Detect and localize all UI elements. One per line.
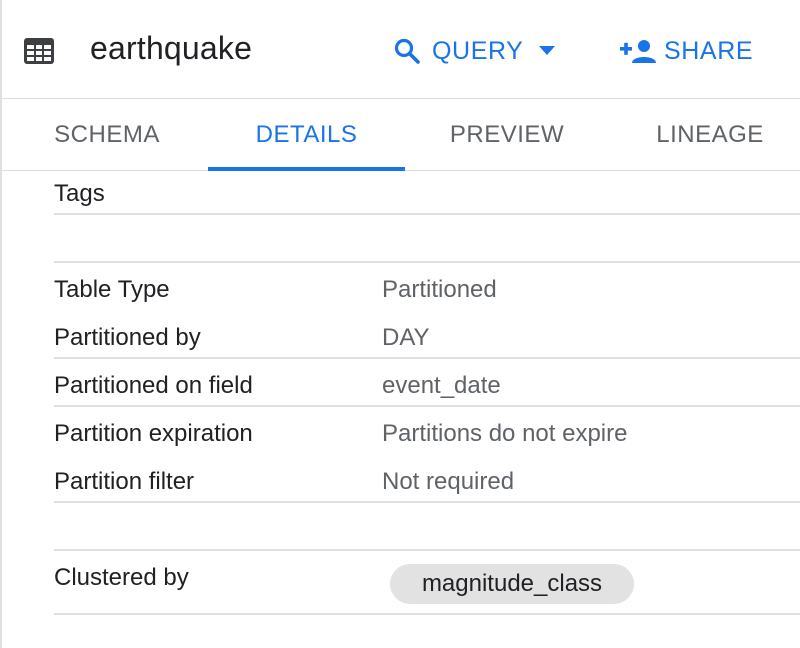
details-panel: earthquake QUERY SHARE SCHEMA DETAILS PR… [0, 0, 800, 648]
tags-label: Tags [54, 180, 105, 207]
table-type-label: Table Type [54, 276, 170, 303]
divider [54, 405, 800, 407]
tab-bar: SCHEMA DETAILS PREVIEW LINEAGE [2, 99, 800, 171]
caret-down-icon[interactable] [539, 46, 556, 56]
partitioned-by-value: DAY [382, 324, 430, 351]
partition-filter-label: Partition filter [54, 468, 195, 495]
tab-preview[interactable]: PREVIEW [407, 99, 607, 171]
clustered-by-label: Clustered by [54, 564, 189, 591]
divider [54, 357, 800, 359]
partition-expiration-label: Partition expiration [54, 420, 253, 447]
partitioned-by-label: Partitioned by [54, 324, 201, 351]
tab-lineage[interactable]: LINEAGE [610, 99, 800, 171]
divider [54, 613, 800, 615]
table-title: earthquake [90, 30, 253, 66]
table-icon [24, 38, 54, 64]
person-add-icon [620, 40, 656, 63]
share-button[interactable]: SHARE [620, 34, 753, 68]
divider [54, 213, 800, 215]
partition-expiration-value: Partitions do not expire [382, 420, 628, 447]
table-type-value: Partitioned [382, 276, 497, 303]
search-icon [394, 38, 420, 64]
partitioned-on-field-label: Partitioned on field [54, 372, 253, 399]
active-tab-indicator [208, 167, 405, 171]
tab-schema[interactable]: SCHEMA [22, 99, 192, 171]
header: earthquake QUERY SHARE [2, 0, 800, 99]
divider [54, 549, 800, 551]
share-button-label: SHARE [664, 36, 754, 65]
partitioned-on-field-value: event_date [382, 372, 501, 399]
divider [54, 501, 800, 503]
tab-details[interactable]: DETAILS [208, 99, 405, 171]
query-button[interactable]: QUERY [394, 34, 556, 68]
query-button-label: QUERY [432, 36, 524, 65]
cluster-field-chip: magnitude_class [390, 564, 634, 604]
partition-filter-value: Not required [382, 468, 515, 495]
divider [54, 261, 800, 263]
